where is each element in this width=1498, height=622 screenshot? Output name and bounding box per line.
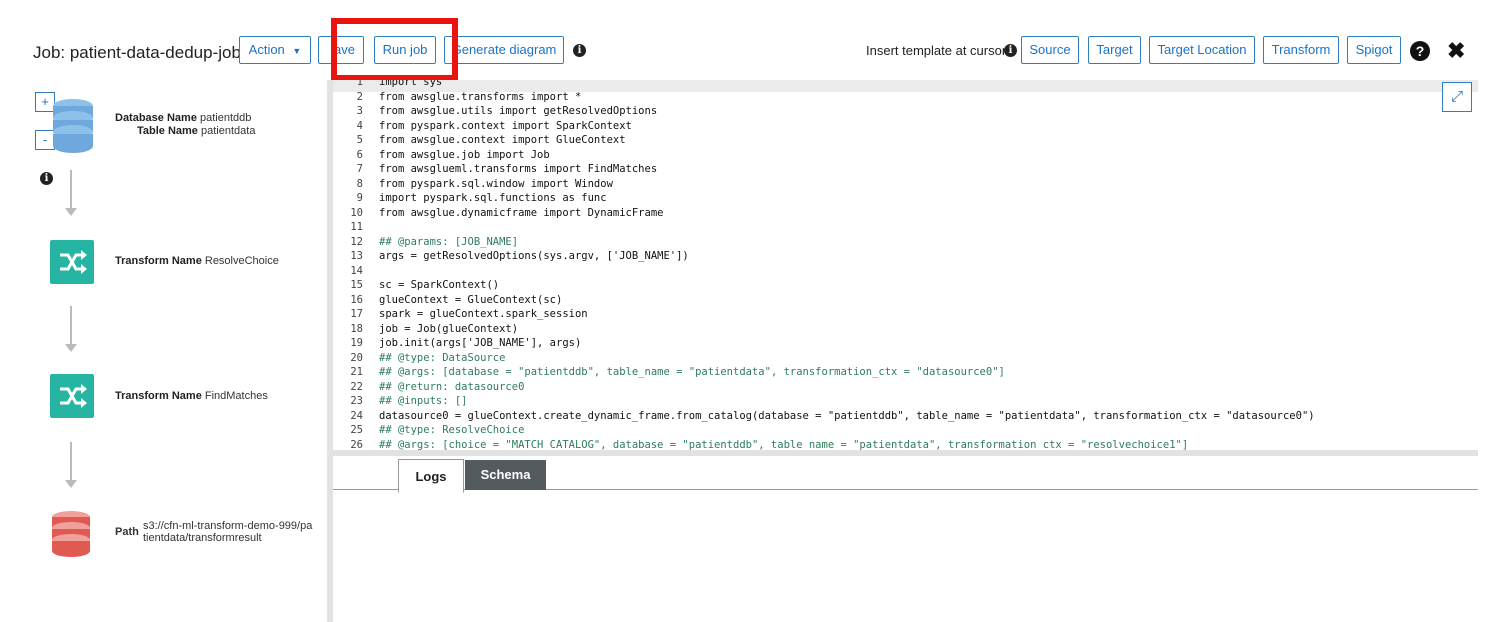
- code-line[interactable]: ## @return: datasource0: [379, 381, 524, 393]
- line-number: 24: [350, 409, 363, 422]
- line-number: 17: [350, 308, 363, 320]
- line-number: 23: [350, 395, 363, 407]
- tab-schema[interactable]: Schema: [465, 460, 546, 490]
- line-number: 3: [356, 105, 363, 117]
- line-number: 10: [350, 206, 363, 219]
- caret-down-icon: ▼: [292, 46, 302, 56]
- line-number: 11: [350, 221, 363, 233]
- action-label: Action: [248, 42, 285, 57]
- line-number: 2: [356, 90, 363, 103]
- code-line[interactable]: from awsglue.dynamicframe import Dynamic…: [379, 207, 663, 219]
- arrow-head-icon: [65, 480, 77, 488]
- flow-arrow: [70, 170, 72, 210]
- code-line[interactable]: from awsglueml.transforms import FindMat…: [379, 163, 657, 175]
- code-line[interactable]: ## @type: DataSource: [379, 352, 505, 364]
- line-number: 15: [350, 279, 363, 291]
- transform-name-key: Transform Name: [115, 390, 202, 402]
- code-line[interactable]: from pyspark.context import SparkContext: [379, 120, 632, 132]
- database-icon[interactable]: [52, 98, 94, 154]
- line-number: 6: [356, 148, 363, 161]
- line-number: 8: [356, 177, 363, 190]
- transform-resolvechoice-label: Transform Name ResolveChoice: [115, 255, 279, 267]
- info-icon[interactable]: i: [573, 44, 586, 57]
- line-number: 19: [350, 337, 363, 349]
- expand-icon[interactable]: ⤢: [1442, 82, 1472, 112]
- database-name-key: Database Name: [115, 112, 197, 124]
- close-icon[interactable]: ✖: [1447, 38, 1465, 64]
- path-key: Path: [115, 526, 139, 538]
- transform-findmatches-label: Transform Name FindMatches: [115, 390, 268, 402]
- info-icon[interactable]: i: [1004, 44, 1017, 57]
- code-line[interactable]: ## @inputs: []: [379, 395, 468, 407]
- help-icon[interactable]: ?: [1410, 41, 1430, 61]
- code-line[interactable]: from awsglue.job import Job: [379, 149, 550, 161]
- line-number: 18: [350, 322, 363, 335]
- shuffle-transform-icon[interactable]: [50, 374, 94, 418]
- line-number: 16: [350, 293, 363, 306]
- template-transform-button[interactable]: Transform: [1263, 36, 1339, 64]
- highlight-annotation: [331, 18, 458, 81]
- template-source-button[interactable]: Source: [1021, 36, 1079, 64]
- path-value-line1: s3://cfn-ml-transform-demo-999/pa: [143, 520, 313, 532]
- code-line[interactable]: spark = glueContext.spark_session: [379, 308, 588, 320]
- flow-arrow: [70, 442, 72, 482]
- line-number: 25: [350, 424, 363, 436]
- insert-template-label: Insert template at cursor: [866, 43, 1007, 58]
- database-name-value: patientddb: [200, 112, 252, 124]
- path-value: s3://cfn-ml-transform-demo-999/pa tientd…: [143, 520, 312, 544]
- code-line[interactable]: ## @type: ResolveChoice: [379, 424, 524, 436]
- code-line[interactable]: from awsglue.context import GlueContext: [379, 134, 626, 146]
- template-target-location-button[interactable]: Target Location: [1149, 36, 1255, 64]
- target-database-icon[interactable]: [50, 510, 92, 558]
- line-number: 14: [350, 264, 363, 277]
- code-line[interactable]: from awsglue.utils import getResolvedOpt…: [379, 105, 657, 117]
- toolbar: Job: patient-data-dedup-job Action ▼ ave…: [0, 0, 1498, 80]
- line-number: 7: [356, 163, 363, 175]
- line-number: 21: [350, 366, 363, 378]
- line-number: 4: [356, 119, 363, 132]
- code-line[interactable]: import pyspark.sql.functions as func: [379, 192, 607, 204]
- line-number: 5: [356, 134, 363, 146]
- table-name-value: patientdata: [201, 125, 256, 137]
- template-spigot-button[interactable]: Spigot: [1347, 36, 1401, 64]
- code-line[interactable]: from pyspark.sql.window import Window: [379, 178, 613, 190]
- template-target-button[interactable]: Target: [1088, 36, 1141, 64]
- code-line[interactable]: ## @params: [JOB_NAME]: [379, 236, 518, 248]
- line-number: 12: [350, 235, 363, 248]
- line-number: 26: [350, 438, 363, 451]
- job-title: Job: patient-data-dedup-job: [33, 43, 241, 62]
- table-name-key: Table Name: [137, 125, 198, 137]
- transform-name-value: ResolveChoice: [204, 255, 279, 267]
- action-dropdown-button[interactable]: Action ▼: [239, 36, 311, 64]
- source-table-label: Table Name patientdata: [137, 125, 255, 137]
- transform-name-key: Transform Name: [115, 255, 202, 267]
- code-line[interactable]: job.init(args['JOB_NAME'], args): [379, 337, 581, 349]
- code-editor[interactable]: 1 2 3 4 5 6 7 8 9 10 11 12 13 14 15 16 17 18 19 20 21 22 23 24 2…: [333, 80, 1478, 450]
- info-icon[interactable]: i: [40, 172, 53, 185]
- line-number: 13: [350, 250, 363, 262]
- code-line[interactable]: datasource0 = glueContext.create_dynamic…: [379, 410, 1315, 422]
- transform-name-value: FindMatches: [204, 390, 268, 402]
- code-line[interactable]: args = getResolvedOptions(sys.argv, ['JO…: [379, 250, 689, 262]
- tab-logs[interactable]: Logs: [398, 459, 464, 493]
- code-line[interactable]: from awsglue.transforms import *: [379, 91, 581, 103]
- arrow-head-icon: [65, 344, 77, 352]
- code-line[interactable]: ## @args: [database = "patientddb", tabl…: [379, 366, 1005, 378]
- flow-arrow: [70, 306, 72, 346]
- code-line[interactable]: job = Job(glueContext): [379, 323, 518, 335]
- code-line[interactable]: import sys: [379, 80, 442, 88]
- line-number: 22: [350, 380, 363, 393]
- code-line[interactable]: sc = SparkContext(): [379, 279, 499, 291]
- generate-diagram-button[interactable]: Generate diagram: [444, 36, 564, 64]
- line-number: 20: [350, 351, 363, 364]
- code-line[interactable]: glueContext = GlueContext(sc): [379, 294, 562, 306]
- arrow-head-icon: [65, 208, 77, 216]
- path-value-line2: tientdata/transformresult: [143, 532, 262, 544]
- line-number: 1: [356, 80, 363, 88]
- source-node-label: Database Name patientddb: [115, 112, 251, 124]
- code-line[interactable]: ## @args: [choice = "MATCH_CATALOG", dat…: [379, 439, 1188, 451]
- diagram-panel: + - Database Name patientddb Table Name …: [0, 80, 327, 622]
- shuffle-transform-icon[interactable]: [50, 240, 94, 284]
- line-number: 9: [356, 192, 363, 204]
